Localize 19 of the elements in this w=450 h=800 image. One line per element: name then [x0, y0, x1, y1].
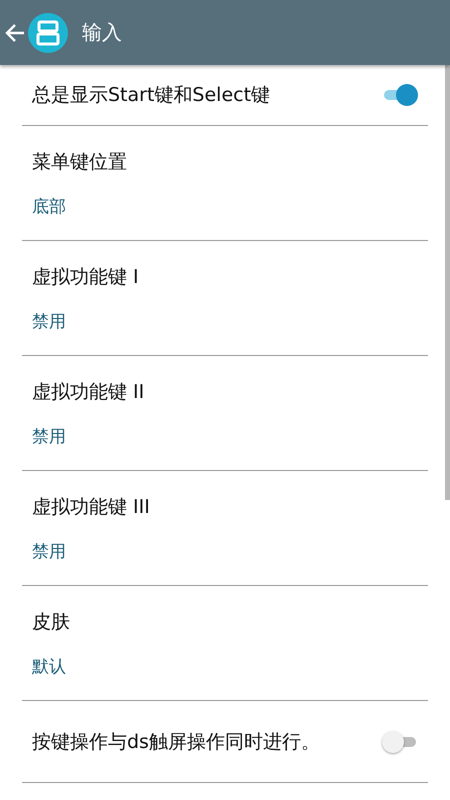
screen-title: 输入	[82, 19, 122, 46]
setting-title: 皮肤	[32, 610, 70, 634]
app-logo-icon	[28, 12, 68, 52]
toggle-switch[interactable]	[382, 730, 418, 752]
back-button[interactable]	[4, 22, 26, 44]
toggle-switch[interactable]	[382, 84, 418, 106]
setting-value: 禁用	[32, 426, 66, 448]
setting-title: 按键操作与ds触屏操作同时进行。	[32, 730, 321, 754]
setting-title: 菜单键位置	[32, 150, 127, 174]
setting-title: 总是显示Start键和Select键	[32, 83, 272, 108]
setting-value: 禁用	[32, 310, 66, 332]
setting-value: 底部	[32, 196, 66, 218]
scrollbar[interactable]	[445, 65, 450, 500]
setting-title: 虚拟功能键 I	[32, 264, 139, 290]
setting-value: 默认	[32, 656, 66, 678]
setting-value: 禁用	[32, 540, 66, 562]
setting-title: 虚拟功能键 III	[32, 494, 150, 520]
setting-title: 虚拟功能键 II	[32, 380, 144, 404]
back-icon	[4, 22, 26, 44]
